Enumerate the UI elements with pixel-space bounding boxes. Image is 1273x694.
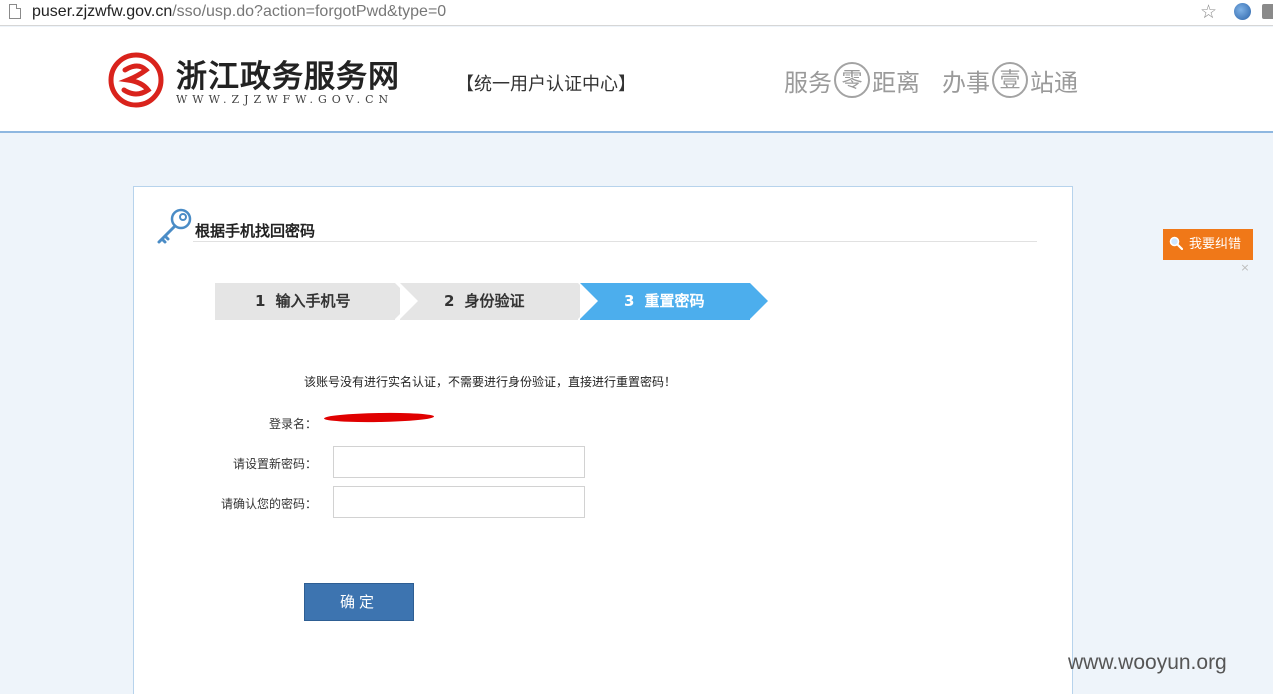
site-header: 浙江政务服务网 WWW.ZJZWFW.GOV.CN 【统一用户认证中心】 服务 … — [0, 27, 1273, 133]
bookmark-star-icon[interactable]: ☆ — [1200, 1, 1217, 23]
redacted-login-name — [323, 412, 435, 423]
slogan: 服务 零 距离 办事 壹 站通 — [784, 62, 1078, 98]
notice-text: 该账号没有进行实名认证，不需要进行身份验证，直接进行重置密码！ — [304, 375, 677, 389]
site-logo-icon[interactable] — [108, 52, 164, 108]
login-name-label: 登录名： — [268, 417, 317, 431]
slogan-circle-char: 零 — [834, 62, 870, 98]
panel-title: 根据手机找回密码 — [195, 222, 316, 240]
site-title: 浙江政务服务网 — [176, 59, 400, 95]
page-icon — [9, 4, 21, 19]
new-password-input[interactable] — [333, 446, 585, 478]
confirm-password-input[interactable] — [333, 486, 585, 518]
step-number: 1 — [255, 292, 266, 310]
url-text[interactable]: puser.zjzwfw.gov.cn/sso/usp.do?action=fo… — [32, 3, 446, 21]
submit-button[interactable]: 确定 — [304, 583, 414, 621]
search-icon — [1169, 236, 1183, 250]
close-icon[interactable]: × — [1239, 262, 1251, 274]
slogan-text: 办事 — [942, 68, 990, 97]
trash-icon[interactable] — [1262, 4, 1273, 19]
title-divider — [193, 241, 1037, 242]
slogan-text: 服务 — [784, 68, 832, 97]
step-number: 2 — [444, 292, 455, 310]
slogan-circle-char: 壹 — [992, 62, 1028, 98]
url-path: /sso/usp.do?action=forgotPwd&type=0 — [172, 3, 447, 20]
step-number: 3 — [624, 292, 635, 310]
step-progress: 1 输入手机号 2 身份验证 3 重置密码 — [215, 283, 775, 320]
slogan-text: 站通 — [1030, 68, 1078, 97]
auth-center-name: 【统一用户认证中心】 — [456, 74, 636, 95]
url-host: puser.zjzwfw.gov.cn — [32, 3, 173, 20]
globe-icon[interactable] — [1234, 3, 1251, 20]
step-2: 2 身份验证 — [400, 283, 596, 320]
feedback-label: 我要纠错 — [1189, 237, 1242, 252]
step-3-active: 3 重置密码 — [580, 283, 768, 320]
reset-password-panel: 根据手机找回密码 1 输入手机号 2 身份验证 3 重置密码 该账号没有进行实名认证，… — [133, 186, 1073, 694]
new-password-label: 请设置新密码： — [232, 457, 317, 471]
key-icon — [157, 208, 192, 244]
site-url: WWW.ZJZWFW.GOV.CN — [176, 93, 394, 106]
feedback-button[interactable]: 我要纠错 — [1163, 229, 1253, 260]
step-label: 输入手机号 — [275, 292, 351, 310]
step-label: 身份验证 — [464, 292, 525, 310]
step-1: 1 输入手机号 — [215, 283, 413, 320]
step-label: 重置密码 — [644, 292, 705, 310]
watermark: www.wooyun.org — [1068, 651, 1227, 674]
slogan-text: 距离 — [872, 68, 920, 97]
address-bar[interactable]: puser.zjzwfw.gov.cn/sso/usp.do?action=fo… — [0, 0, 1273, 26]
confirm-password-label: 请确认您的密码： — [220, 497, 317, 511]
